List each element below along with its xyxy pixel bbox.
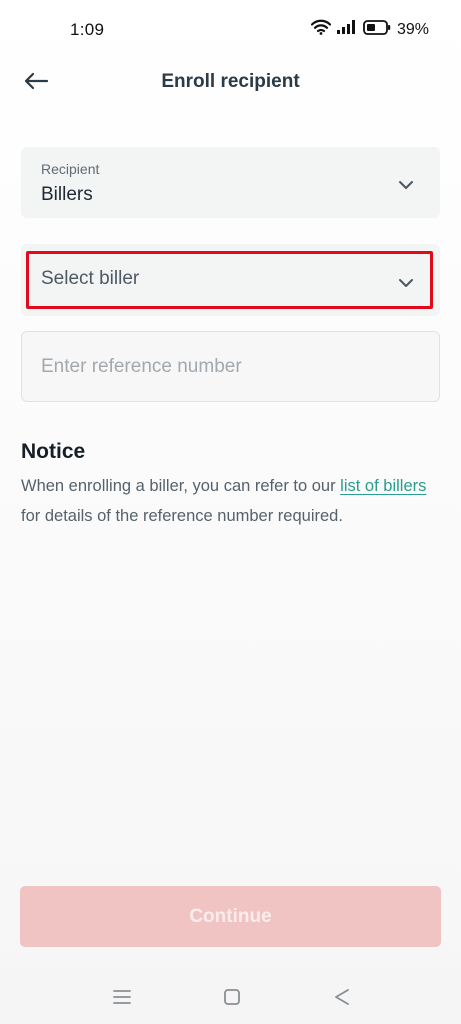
status-icons: 39% bbox=[310, 19, 429, 40]
continue-button[interactable]: Continue bbox=[20, 886, 441, 947]
status-time: 1:09 bbox=[70, 20, 105, 39]
reference-field bbox=[21, 331, 440, 402]
recipient-dropdown[interactable]: Recipient Billers bbox=[21, 147, 440, 218]
battery-percent: 39% bbox=[396, 20, 429, 38]
menu-icon[interactable] bbox=[111, 986, 133, 1008]
header: Enroll recipient bbox=[0, 58, 461, 108]
biller-dropdown[interactable]: Select biller bbox=[21, 244, 440, 316]
reference-number-input[interactable] bbox=[22, 332, 439, 401]
chevron-down-icon bbox=[398, 275, 414, 287]
biller-placeholder: Select biller bbox=[41, 268, 140, 289]
screen: 1:09 39% Enroll recipient Recipient Bill… bbox=[0, 0, 461, 1024]
home-square-icon[interactable] bbox=[221, 986, 243, 1008]
notice-text: When enrolling a biller, you can refer t… bbox=[21, 471, 441, 531]
back-triangle-icon[interactable] bbox=[331, 986, 353, 1008]
battery-icon bbox=[363, 19, 391, 40]
chevron-down-icon bbox=[398, 177, 414, 189]
recipient-label: Recipient bbox=[41, 161, 100, 177]
billers-list-link[interactable]: list of billers bbox=[340, 477, 426, 495]
notice-text-after: for details of the reference number requ… bbox=[21, 507, 343, 525]
notice-heading: Notice bbox=[21, 440, 86, 463]
page-title: Enroll recipient bbox=[161, 71, 300, 92]
recipient-value: Billers bbox=[41, 184, 93, 205]
status-bar: 1:09 39% bbox=[0, 0, 461, 58]
signal-icon bbox=[336, 20, 357, 39]
notice-text-before: When enrolling a biller, you can refer t… bbox=[21, 477, 341, 495]
system-nav-bar bbox=[0, 968, 461, 1024]
wifi-icon bbox=[310, 19, 332, 40]
